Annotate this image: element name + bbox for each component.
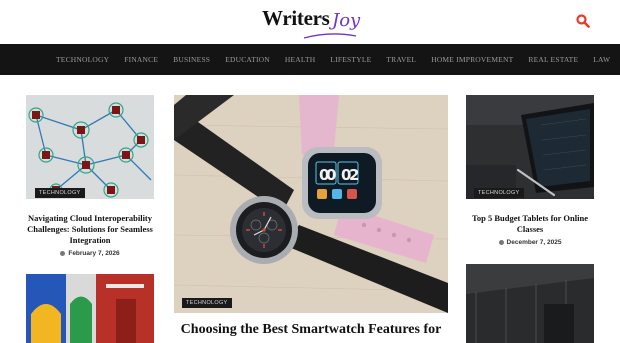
date-text: December 7, 2025 <box>506 239 562 246</box>
article-image-signage[interactable] <box>26 274 154 343</box>
network-diagram-image <box>26 95 154 199</box>
main-navigation: TECHNOLOGY FINANCE BUSINESS EDUCATION HE… <box>0 44 620 75</box>
article-title[interactable]: Top 5 Budget Tablets for Online Classes <box>466 213 594 235</box>
nav-item-business[interactable]: BUSINESS <box>173 55 210 64</box>
logo-script-text: Joy <box>332 10 361 31</box>
site-header: Writers Joy <box>0 0 620 44</box>
svg-text:0: 0 <box>326 166 336 184</box>
nav-item-technology[interactable]: TECHNOLOGY <box>56 55 109 64</box>
category-tag[interactable]: TECHNOLOGY <box>35 188 85 198</box>
logo-main-text: Writers <box>262 6 330 30</box>
logo-swoosh-icon <box>303 33 357 39</box>
search-icon[interactable] <box>576 14 590 28</box>
featured-article-image[interactable]: 0 0 0 2 TECHNOLOGY <box>174 95 448 313</box>
article-image-building[interactable] <box>466 264 594 343</box>
article-image-tablet[interactable]: TECHNOLOGY <box>466 95 594 199</box>
nav-item-travel[interactable]: TRAVEL <box>386 55 416 64</box>
nav-item-real-estate[interactable]: REAL ESTATE <box>528 55 578 64</box>
article-date: December 7, 2025 <box>466 239 594 246</box>
category-tag[interactable]: TECHNOLOGY <box>182 298 232 308</box>
clock-icon <box>60 250 66 256</box>
date-text: February 7, 2026 <box>68 250 120 257</box>
nav-item-health[interactable]: HEALTH <box>285 55 316 64</box>
article-date: February 7, 2026 <box>26 250 154 257</box>
clock-icon <box>498 239 504 245</box>
nav-item-lifestyle[interactable]: LIFESTYLE <box>330 55 371 64</box>
featured-article-title[interactable]: Choosing the Best Smartwatch Features fo… <box>174 322 448 338</box>
smartwatch-photo-image: 0 0 0 2 <box>174 95 448 313</box>
signage-photo-image <box>26 274 154 343</box>
category-tag[interactable]: TECHNOLOGY <box>474 188 524 198</box>
article-image-cloud[interactable]: TECHNOLOGY <box>26 95 154 199</box>
nav-item-home-improvement[interactable]: HOME IMPROVEMENT <box>431 55 513 64</box>
nav-item-finance[interactable]: FINANCE <box>124 55 158 64</box>
nav-item-law[interactable]: LAW <box>593 55 610 64</box>
nav-item-education[interactable]: EDUCATION <box>225 55 270 64</box>
article-title[interactable]: Navigating Cloud Interoperability Challe… <box>26 213 154 246</box>
svg-text:2: 2 <box>349 166 359 184</box>
tablet-photo-image <box>466 95 594 199</box>
building-photo-image <box>466 264 594 343</box>
